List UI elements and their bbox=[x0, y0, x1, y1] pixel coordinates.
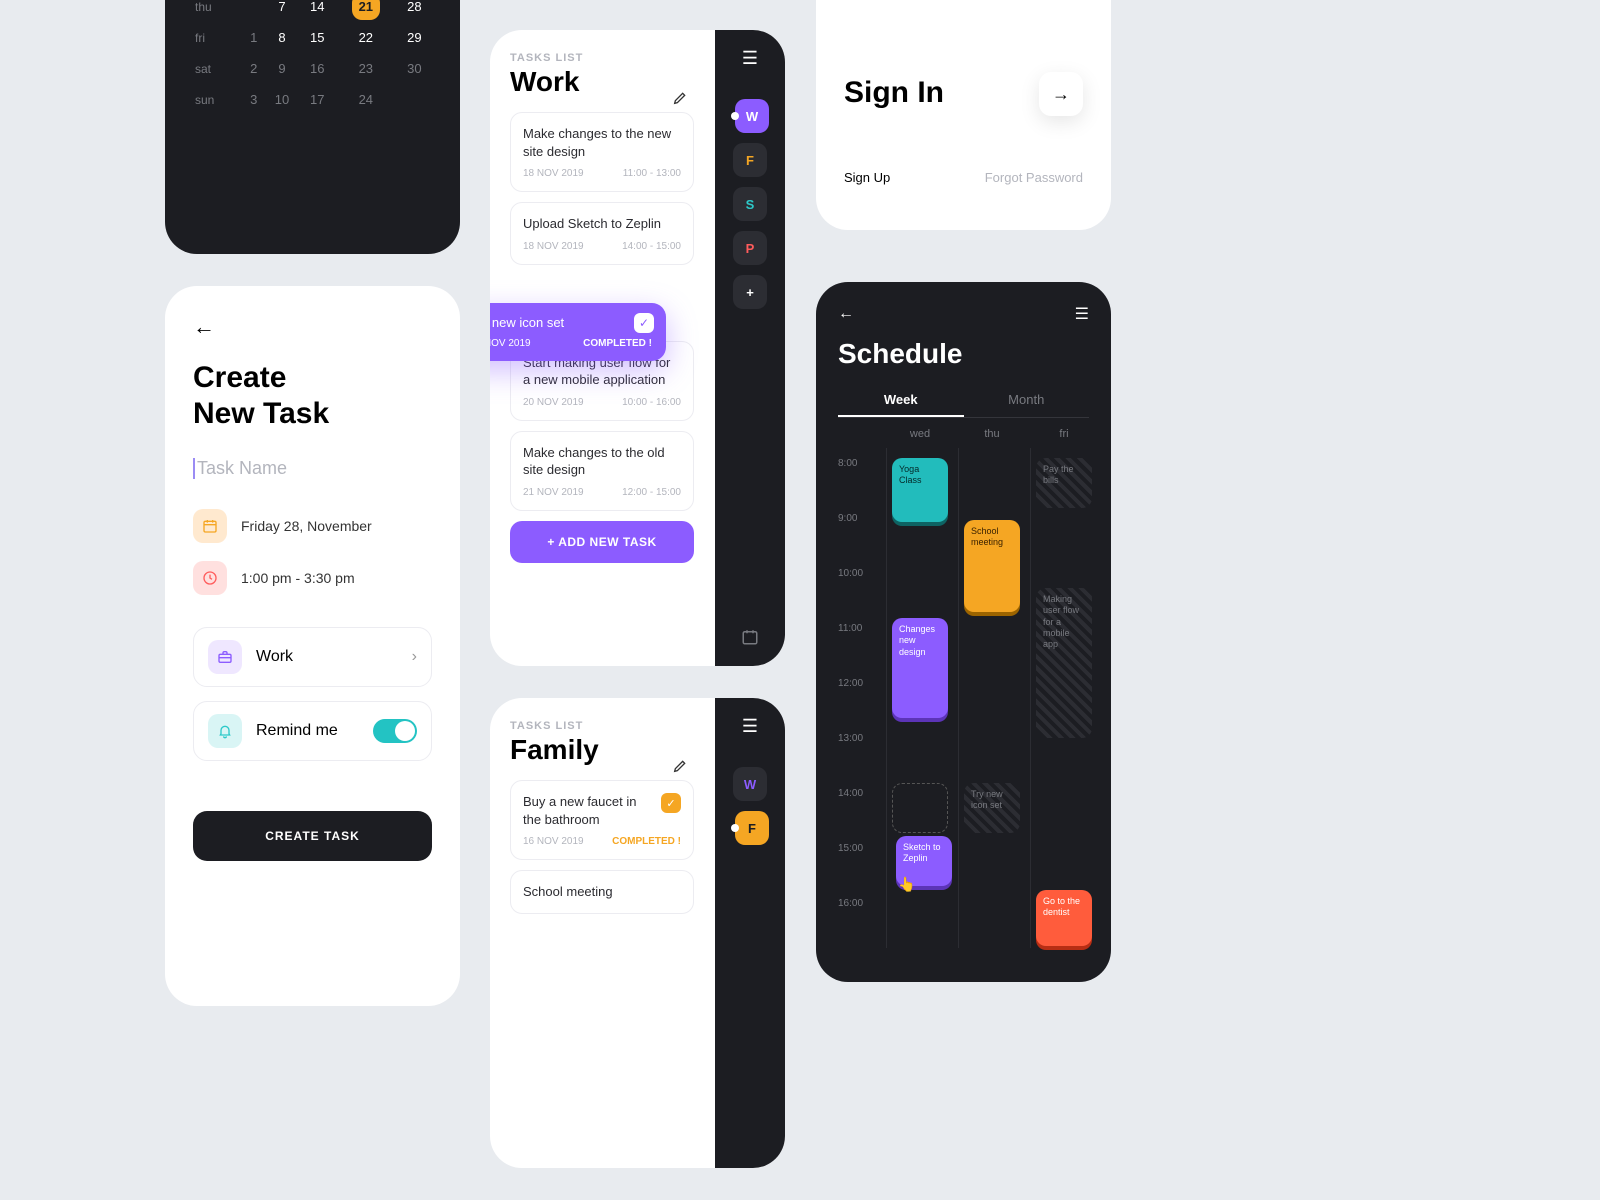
tasks-work-screen: ☰ W F S P + TASKS LIST Work Make changes… bbox=[490, 30, 785, 666]
edit-icon[interactable] bbox=[672, 758, 688, 774]
add-task-button[interactable]: + ADD NEW TASK bbox=[510, 521, 694, 563]
event-userflow[interactable]: Making user flow for a mobile app bbox=[1036, 588, 1092, 738]
event-bills[interactable]: Pay the bills bbox=[1036, 458, 1092, 508]
eyebrow: TASKS LIST bbox=[510, 720, 694, 732]
tasks-family-screen: ☰ W F TASKS LIST Family ✓ Buy a new fauc… bbox=[490, 698, 785, 1168]
event-dentist[interactable]: Go to the dentist bbox=[1036, 890, 1092, 946]
sign-in-button[interactable]: → bbox=[1039, 72, 1083, 116]
reminder-toggle[interactable] bbox=[373, 719, 417, 743]
list-title: Work bbox=[510, 66, 694, 98]
menu-icon[interactable]: ☰ bbox=[742, 716, 758, 737]
task-item[interactable]: School meeting bbox=[510, 870, 694, 914]
menu-icon[interactable]: ☰ bbox=[1075, 304, 1089, 324]
back-arrow-icon[interactable]: ← bbox=[838, 305, 854, 323]
schedule-grid: wed thu fri 8:00 9:00 10:00 11:00 12:00 … bbox=[838, 428, 1089, 948]
list-title: Family bbox=[510, 734, 694, 766]
task-name-input[interactable]: Task Name bbox=[193, 458, 432, 479]
task-item[interactable]: Upload Sketch to Zeplin18 NOV 201914:00 … bbox=[510, 202, 694, 265]
clock-icon bbox=[193, 561, 227, 595]
sidebar-pill-work[interactable]: W bbox=[733, 767, 767, 801]
page-title: Schedule bbox=[838, 338, 1089, 370]
forgot-password-link[interactable]: Forgot Password bbox=[985, 170, 1083, 185]
event-yoga[interactable]: Yoga Class bbox=[892, 458, 948, 522]
cursor-icon: 👆 bbox=[898, 876, 915, 893]
sidebar-pill-p[interactable]: P bbox=[733, 231, 767, 265]
event-school[interactable]: School meeting bbox=[964, 520, 1020, 612]
sidebar-pill-family[interactable]: F bbox=[733, 143, 767, 177]
calendar-card: wed6132027 thu7142128 fri18152229 sat291… bbox=[165, 0, 460, 254]
check-icon: ✓ bbox=[661, 793, 681, 813]
page-title: CreateNew Task bbox=[193, 360, 432, 432]
task-item[interactable]: Make changes to the old site design21 NO… bbox=[510, 431, 694, 511]
task-item[interactable]: Make changes to the new site design18 NO… bbox=[510, 112, 694, 192]
event-placeholder[interactable] bbox=[892, 783, 948, 833]
sidebar-pill-family[interactable]: F bbox=[735, 811, 769, 845]
reminder-label: Remind me bbox=[256, 722, 338, 740]
category-sidebar: ☰ W F S P + bbox=[715, 30, 785, 666]
calendar-icon[interactable] bbox=[741, 628, 759, 646]
calendar-grid: wed6132027 thu7142128 fri18152229 sat291… bbox=[193, 0, 432, 115]
event-try-icons[interactable]: Try new icon set bbox=[964, 783, 1020, 833]
day-header: thu bbox=[962, 428, 1022, 440]
reminder-row: Remind me bbox=[193, 701, 432, 761]
event-changes[interactable]: Changes new design bbox=[892, 618, 948, 718]
schedule-screen: ← ☰ Schedule Week Month wed thu fri 8:00… bbox=[816, 282, 1111, 982]
tab-month[interactable]: Month bbox=[964, 384, 1090, 417]
bell-icon bbox=[208, 714, 242, 748]
calendar-icon bbox=[193, 509, 227, 543]
day-header: wed bbox=[890, 428, 950, 440]
task-time: 1:00 pm - 3:30 pm bbox=[241, 570, 355, 586]
day-header: fri bbox=[1034, 428, 1094, 440]
tab-week[interactable]: Week bbox=[838, 384, 964, 417]
back-arrow-icon[interactable]: ← bbox=[193, 314, 215, 340]
category-sidebar: ☰ W F bbox=[715, 698, 785, 1168]
create-task-screen: ← CreateNew Task Task Name Friday 28, No… bbox=[165, 286, 460, 1006]
calendar-selected-day[interactable]: 21 bbox=[352, 0, 380, 20]
check-icon: ✓ bbox=[634, 313, 654, 333]
sidebar-pill-work[interactable]: W bbox=[735, 99, 769, 133]
sidebar-pill-s[interactable]: S bbox=[733, 187, 767, 221]
category-selector[interactable]: Work › bbox=[193, 627, 432, 687]
sign-up-link[interactable]: Sign Up bbox=[844, 170, 890, 185]
sign-in-screen: Sign In → Sign Up Forgot Password bbox=[816, 0, 1111, 230]
category-label: Work bbox=[256, 648, 293, 666]
eyebrow: TASKS LIST bbox=[510, 52, 694, 64]
chevron-right-icon: › bbox=[412, 648, 417, 666]
menu-icon[interactable]: ☰ bbox=[742, 48, 758, 69]
edit-icon[interactable] bbox=[672, 90, 688, 106]
task-item[interactable]: ✓ Buy a new faucet in the bathroom 16 NO… bbox=[510, 780, 694, 860]
briefcase-icon bbox=[208, 640, 242, 674]
create-task-button[interactable]: CREATE TASK bbox=[193, 811, 432, 861]
task-completed-card[interactable]: Try new icon set ✓ 19 NOV 2019COMPLETED … bbox=[490, 303, 666, 361]
task-date: Friday 28, November bbox=[241, 518, 372, 534]
sidebar-pill-add[interactable]: + bbox=[733, 275, 767, 309]
